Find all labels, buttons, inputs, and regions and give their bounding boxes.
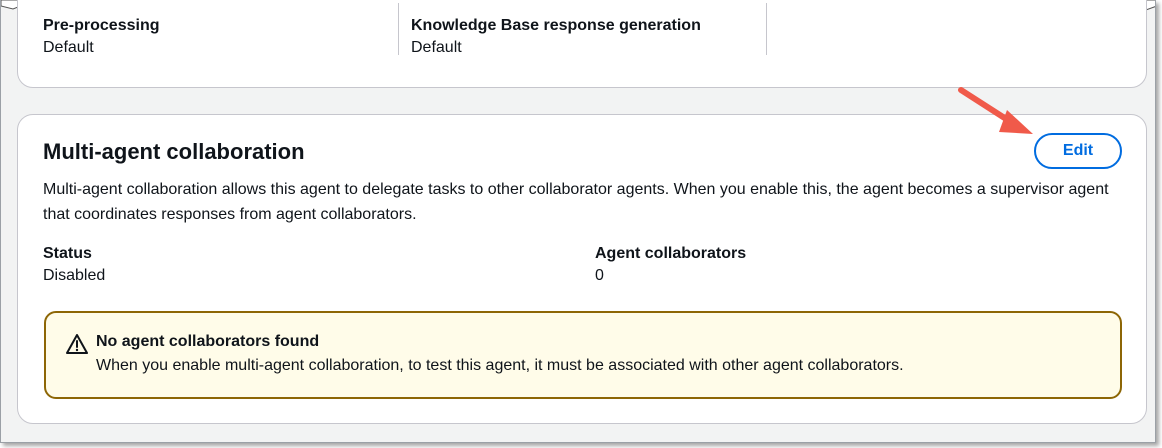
kb-response-value: Default [411, 39, 462, 56]
warning-icon [66, 334, 88, 354]
alert-title: No agent collaborators found [96, 333, 320, 350]
kb-response-field: Knowledge Base response generation Defau… [411, 15, 701, 75]
status-label: Status [43, 245, 92, 262]
agent-collaborators-label: Agent collaborators [595, 245, 747, 262]
agent-collaborators-field: Agent collaborators 0 [595, 243, 746, 287]
multi-agent-collaboration-card: Multi-agent collaboration Edit Multi-age… [17, 114, 1147, 424]
section-title: Multi-agent collaboration [43, 139, 305, 164]
warning-alert: No agent collaborators found When you en… [44, 311, 1122, 399]
section-description: Multi-agent collaboration allows this ag… [43, 181, 1109, 223]
pre-processing-field: Pre-processing Default [43, 15, 159, 75]
pre-processing-value: Default [43, 39, 94, 56]
edit-button[interactable]: Edit [1034, 133, 1122, 169]
agent-collaborators-value: 0 [595, 267, 604, 284]
column-divider [398, 3, 399, 55]
column-divider [766, 3, 767, 55]
agent-settings-card: Pre-processing Default Knowledge Base re… [17, 0, 1147, 88]
screenshot-frame: Pre-processing Default Knowledge Base re… [0, 0, 1156, 443]
pre-processing-label: Pre-processing [43, 17, 160, 34]
status-value: Disabled [43, 267, 106, 284]
status-field: Status Disabled [43, 243, 105, 287]
alert-body: When you enable multi-agent collaboratio… [96, 357, 904, 374]
annotation-arrow-icon [958, 87, 1033, 134]
kb-response-label: Knowledge Base response generation [411, 17, 701, 34]
